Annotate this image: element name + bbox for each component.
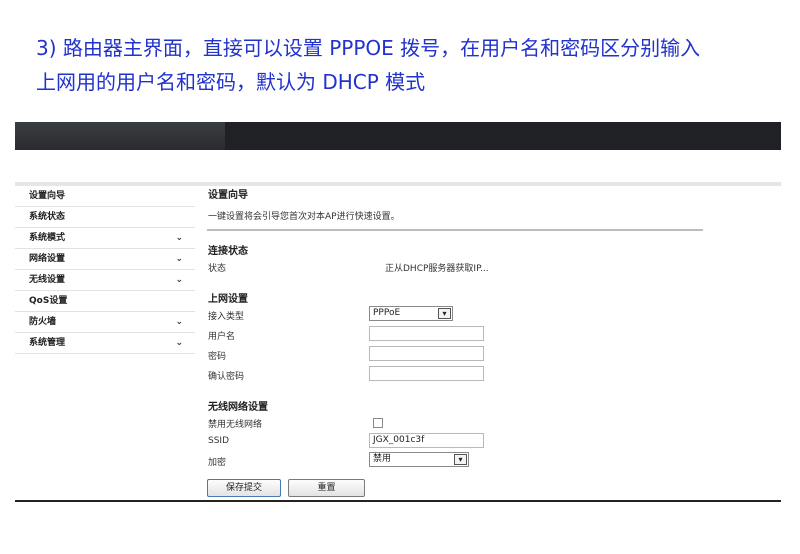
sidebar-item-label: 无线设置 <box>29 275 66 285</box>
sidebar-item-qos[interactable]: QoS设置 <box>15 291 195 312</box>
password-label: 密码 <box>208 352 227 362</box>
sidebar-item-label: 防火墙 <box>29 317 57 327</box>
disable-wireless-label: 禁用无线网络 <box>208 420 263 430</box>
sidebar-item-system-admin[interactable]: 系统管理 ⌄ <box>15 333 195 354</box>
sidebar-item-system-status[interactable]: 系统状态 <box>15 207 195 228</box>
chevron-down-icon: ⌄ <box>175 233 183 243</box>
sidebar-item-label: 系统管理 <box>29 338 66 348</box>
chevron-down-icon: ▾ <box>438 308 451 319</box>
wizard-description: 一键设置将会引导您首次对本AP进行快速设置。 <box>208 212 400 222</box>
sidebar-item-label: QoS设置 <box>29 296 68 306</box>
chevron-down-icon: ⌄ <box>175 317 183 327</box>
chevron-down-icon: ⌄ <box>175 275 183 285</box>
section-divider <box>207 229 703 231</box>
sidebar-item-system-mode[interactable]: 系统模式 ⌄ <box>15 228 195 249</box>
sidebar-item-wireless[interactable]: 无线设置 ⌄ <box>15 270 195 291</box>
sidebar-item-network[interactable]: 网络设置 ⌄ <box>15 249 195 270</box>
disable-wireless-checkbox[interactable] <box>373 418 383 428</box>
router-admin-window: 设置向导 系统状态 系统模式 ⌄ 网络设置 ⌄ 无线设置 ⌄ QoS设置 防火墙… <box>15 122 781 502</box>
status-value: 正从DHCP服务器获取IP... <box>385 264 489 274</box>
sidebar-item-firewall[interactable]: 防火墙 ⌄ <box>15 312 195 333</box>
status-label: 状态 <box>208 264 227 274</box>
wizard-title: 设置向导 <box>208 190 248 201</box>
reset-button[interactable]: 重置 <box>288 479 365 497</box>
username-field[interactable] <box>369 326 484 341</box>
caption-line-1: 3) 路由器主界面，直接可以设置 PPPOE 拨号，在用户名和密码区分别输入 <box>36 36 701 60</box>
confirm-password-field[interactable] <box>369 366 484 381</box>
access-type-value: PPPoE <box>373 308 401 318</box>
sidebar: 设置向导 系统状态 系统模式 ⌄ 网络设置 ⌄ 无线设置 ⌄ QoS设置 防火墙… <box>15 186 195 354</box>
access-type-label: 接入类型 <box>208 312 245 322</box>
username-label: 用户名 <box>208 332 236 342</box>
caption-line-2: 上网用的用户名和密码，默认为 DHCP 模式 <box>36 70 426 94</box>
ssid-label: SSID <box>208 436 230 446</box>
confirm-password-label: 确认密码 <box>208 372 245 382</box>
header-logo-area <box>15 122 225 150</box>
access-type-select[interactable]: PPPoE ▾ <box>369 306 453 321</box>
wireless-title: 无线网络设置 <box>208 402 268 413</box>
sidebar-item-label: 设置向导 <box>29 191 66 201</box>
internet-title: 上网设置 <box>208 294 248 305</box>
chevron-down-icon: ▾ <box>454 454 467 465</box>
sidebar-item-wizard[interactable]: 设置向导 <box>15 186 195 207</box>
connection-title: 连接状态 <box>208 246 248 257</box>
encryption-label: 加密 <box>208 458 227 468</box>
save-button[interactable]: 保存提交 <box>207 479 281 497</box>
chevron-down-icon: ⌄ <box>175 254 183 264</box>
sidebar-item-label: 系统状态 <box>29 212 66 222</box>
encryption-value: 禁用 <box>373 454 392 464</box>
password-field[interactable] <box>369 346 484 361</box>
footer-line <box>15 500 781 502</box>
ssid-field[interactable]: JGX_001c3f <box>369 433 484 448</box>
sidebar-item-label: 系统模式 <box>29 233 66 243</box>
header-bar <box>15 122 781 150</box>
caption: 3) 路由器主界面，直接可以设置 PPPOE 拨号，在用户名和密码区分别输入 上… <box>36 31 776 99</box>
encryption-select[interactable]: 禁用 ▾ <box>369 452 469 467</box>
chevron-down-icon: ⌄ <box>175 338 183 348</box>
sidebar-item-label: 网络设置 <box>29 254 66 264</box>
